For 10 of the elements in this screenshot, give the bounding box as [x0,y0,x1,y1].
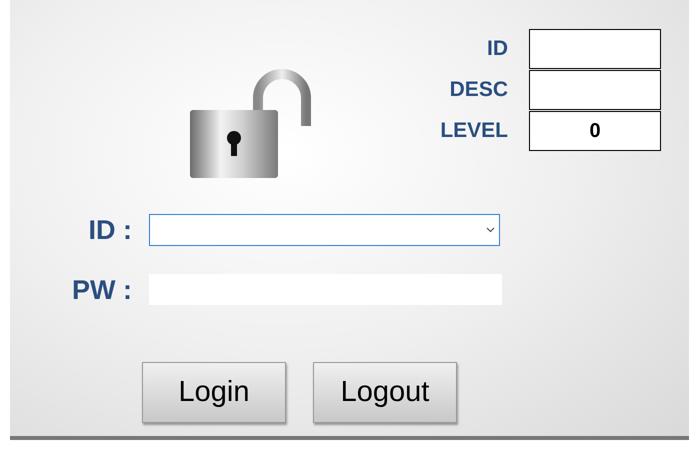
field-label: DESC [450,77,508,104]
chevron-down-icon [486,227,495,234]
field-label: LEVEL [440,118,508,144]
field-label: PW : [71,274,132,306]
field-label: ID : [88,214,132,247]
field-label: ID [487,36,508,62]
id-dropdown[interactable] [149,214,500,246]
action-button[interactable]: Logout [313,362,457,423]
action-button[interactable]: Login [142,362,286,423]
value-box: 0 [529,111,661,151]
